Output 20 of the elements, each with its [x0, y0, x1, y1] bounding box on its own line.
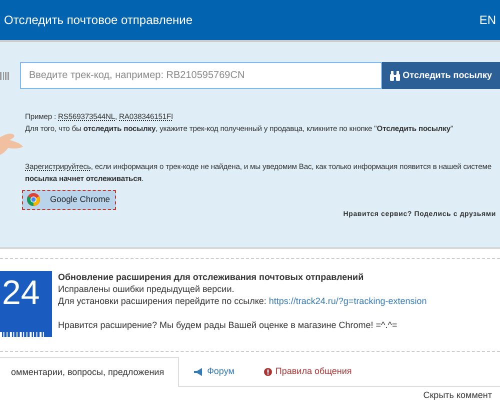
extension-link[interactable]: https://track24.ru/?g=tracking-extension: [268, 296, 427, 306]
page-title: Отследить почтовое отправление: [4, 12, 193, 29]
chrome-extension-button[interactable]: Google Chrome: [22, 190, 116, 210]
extension-title: Обновление расширения для отслеживания почтовых отправлений: [58, 271, 365, 283]
megaphone-icon: [194, 368, 204, 376]
binoculars-icon: [390, 70, 400, 80]
rating-request: Нравится расширение? Мы будем рады Вашей оценке в магазине Chrome! =^.^=: [58, 319, 398, 331]
chrome-icon: [27, 193, 40, 206]
extension-logo: 24: [0, 271, 52, 337]
tab[interactable]: Форум: [179, 357, 250, 386]
track-button[interactable]: Отследить посылку: [382, 62, 500, 89]
hide-comments-link[interactable]: Скрыть коммент: [423, 390, 492, 400]
fix-note: Исправлены ошибки предыдущей версии.: [58, 283, 236, 295]
tracking-code-field[interactable]: Введите трек-код, например: RB210595769CN: [20, 62, 382, 89]
install-text: Для установки расширения перейдите по ссылке:: [58, 296, 268, 306]
tab[interactable]: омментарии, вопросы, предложения: [0, 357, 180, 387]
language-link[interactable]: EN: [479, 11, 496, 29]
exclamation-icon: [264, 368, 272, 376]
tab[interactable]: Правила общения: [249, 357, 367, 386]
barcode-icon: [0, 72, 9, 80]
